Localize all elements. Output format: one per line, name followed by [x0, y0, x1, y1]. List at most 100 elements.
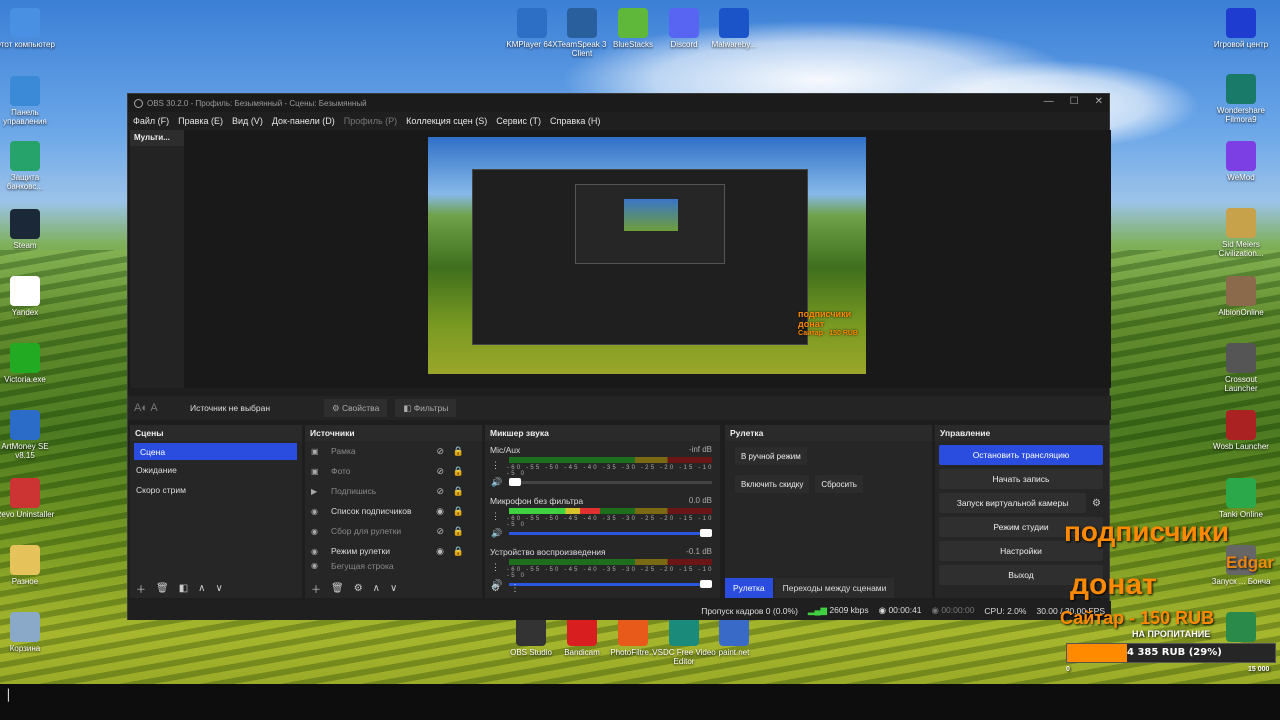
desktop-shortcut[interactable]: ArtMoney SE v8.15	[0, 410, 57, 460]
source-item[interactable]: ◉ Режим рулетки ◉ 🔒	[305, 541, 482, 561]
move-up-icon[interactable]: ∧	[373, 583, 380, 594]
add-source-icon[interactable]: ＋	[311, 581, 321, 596]
menu-dots-icon[interactable]: ⋮	[510, 583, 520, 594]
multiview-tab[interactable]: Мульти...	[130, 130, 184, 146]
stop-streaming-button[interactable]: Остановить трансляцию	[939, 445, 1103, 465]
desktop-shortcut-label: Корзина	[9, 644, 41, 653]
desktop-shortcut[interactable]	[1209, 612, 1273, 644]
menu-file[interactable]: Файл (F)	[133, 116, 169, 126]
menu-docks[interactable]: Док-панели (D)	[272, 116, 335, 126]
desktop-shortcut[interactable]: Malwareby...	[702, 8, 766, 49]
source-item[interactable]: ◉ Сбор для рулетки ⊘ 🔒	[305, 521, 482, 541]
preview-canvas[interactable]: подписчики донат Сайтар - 150 RUB	[428, 137, 866, 374]
menu-help[interactable]: Справка (H)	[550, 116, 600, 126]
reset-button[interactable]: Сбросить	[815, 475, 863, 493]
scenes-dock: Сцены Сцена Ожидание Скоро стрим ＋ 🗑 ◧ ∧…	[130, 425, 302, 598]
scene-filter-icon[interactable]: ◧	[179, 583, 188, 594]
start-recording-button[interactable]: Начать запись	[939, 469, 1103, 489]
hidden-eye-icon[interactable]: ⊘	[436, 486, 444, 497]
desktop-shortcut[interactable]: Панель управления	[0, 76, 57, 126]
desktop-shortcut[interactable]: Tanki Online	[1209, 478, 1273, 519]
hidden-eye-icon[interactable]: ⊘	[436, 466, 444, 477]
menu-edit[interactable]: Правка (E)	[178, 116, 223, 126]
taskbar-cursor-icon: ▏	[8, 689, 17, 702]
move-up-icon[interactable]: ∧	[198, 583, 205, 594]
source-item[interactable]: ▶ Подпишись ⊘ 🔒	[305, 481, 482, 501]
desktop-shortcut[interactable]: Sid Meiers Civilization...	[1209, 208, 1273, 258]
desktop-shortcut[interactable]: Этот компьютер	[0, 8, 57, 49]
source-item[interactable]: ▣ Фото ⊘ 🔒	[305, 461, 482, 481]
virtual-camera-settings-icon[interactable]: ⚙	[1092, 498, 1101, 509]
desktop-shortcut[interactable]: Игровой центр	[1209, 8, 1273, 49]
menu-scene-collection[interactable]: Коллекция сцен (S)	[406, 116, 487, 126]
desktop-shortcut[interactable]: Yandex	[0, 276, 57, 317]
menu-tools[interactable]: Сервис (T)	[496, 116, 541, 126]
menu-profile[interactable]: Профиль (P)	[344, 116, 397, 126]
meter-ticks: -60 -55 -50 -45 -40 -35 -30 -25 -20 -15 …	[507, 465, 714, 477]
close-icon[interactable]: ✕	[1095, 96, 1103, 107]
desktop-shortcut[interactable]: Защита банковс...	[0, 141, 57, 191]
source-item[interactable]: ▣ Рамка ⊘ 🔒	[305, 441, 482, 461]
hidden-eye-icon[interactable]: ⊘	[436, 526, 444, 537]
volume-slider[interactable]	[509, 478, 712, 486]
lock-icon[interactable]: 🔒	[453, 486, 464, 497]
volume-knob[interactable]	[509, 478, 521, 486]
enable-discount-button[interactable]: Включить скидку	[735, 475, 810, 493]
speaker-icon[interactable]: 🔊	[491, 477, 502, 488]
lock-icon[interactable]: 🔒	[453, 446, 464, 457]
desktop-shortcut[interactable]: Wosb Launcher	[1209, 410, 1273, 451]
lock-icon[interactable]: 🔒	[453, 506, 464, 517]
desktop-shortcut[interactable]: Разное	[0, 545, 57, 586]
properties-button[interactable]: ⚙ Свойства	[324, 399, 388, 417]
start-virtual-camera-button[interactable]: Запуск виртуальной камеры	[939, 493, 1087, 513]
lock-icon[interactable]: 🔒	[453, 466, 464, 477]
desktop-shortcut[interactable]: Wondershare Filmora9	[1209, 74, 1273, 124]
computer-icon	[10, 8, 40, 38]
mixer-settings-icon[interactable]: ⚙	[491, 583, 500, 594]
desktop-shortcut[interactable]: Корзина	[0, 612, 57, 653]
channel-menu-icon[interactable]: ⋮	[491, 460, 500, 471]
source-item[interactable]: ◉ Список подписчиков ◉ 🔒	[305, 501, 482, 521]
lock-icon[interactable]: 🔒	[453, 526, 464, 537]
channel-menu-icon[interactable]: ⋮	[491, 562, 500, 573]
tab-roulette[interactable]: Рулетка	[725, 578, 773, 598]
scene-item[interactable]: Скоро стрим	[130, 480, 302, 500]
hidden-eye-icon[interactable]: ⊘	[436, 446, 444, 457]
source-settings-icon[interactable]: ⚙	[354, 583, 363, 594]
vsdc-icon	[669, 616, 699, 646]
minimize-icon[interactable]: —	[1044, 96, 1054, 107]
scene-item[interactable]: Ожидание	[130, 460, 302, 480]
source-item[interactable]: ◉ Бегущая строка	[305, 561, 482, 571]
lock-icon[interactable]: 🔒	[453, 546, 464, 557]
tab-scene-transitions[interactable]: Переходы между сценами	[774, 578, 895, 598]
obs-titlebar[interactable]: OBS 30.2.0 - Профиль: Безымянный - Сцены…	[128, 94, 1109, 112]
eye-icon[interactable]: ◉	[436, 506, 444, 517]
volume-slider[interactable]	[509, 529, 712, 537]
desktop-shortcut[interactable]: paint.net	[702, 616, 766, 657]
desktop-shortcut[interactable]: AlbionOnline	[1209, 276, 1273, 317]
add-scene-icon[interactable]: ＋	[136, 581, 146, 596]
desktop-shortcut[interactable]: Steam	[0, 209, 57, 250]
channel-db: -0.1 dB	[686, 547, 712, 556]
move-down-icon[interactable]: ∨	[215, 583, 222, 594]
remove-scene-icon[interactable]: 🗑	[156, 583, 169, 594]
stream-time-value: 00:00:41	[888, 605, 922, 615]
desktop-shortcut[interactable]: Revo Uninstaller	[0, 478, 57, 519]
scene-item[interactable]: Сцена	[134, 443, 297, 460]
manual-mode-button[interactable]: В ручной режим	[735, 447, 807, 465]
eye-icon[interactable]: ◉	[436, 546, 444, 557]
desktop-shortcut[interactable]: WeMod	[1209, 141, 1273, 182]
menu-view[interactable]: Вид (V)	[232, 116, 263, 126]
volume-knob[interactable]	[700, 529, 712, 537]
speaker-icon[interactable]: 🔊	[491, 528, 502, 539]
channel-menu-icon[interactable]: ⋮	[491, 511, 500, 522]
filters-button[interactable]: ◧ Фильтры	[395, 399, 457, 417]
volume-meter	[509, 559, 712, 565]
overlay-sub-name: Edgar	[1226, 553, 1275, 572]
maximize-icon[interactable]: ☐	[1070, 96, 1079, 107]
mixer-channel: Mic/Aux -inf dB -60 -55 -50 -45 -40 -35 -3…	[485, 441, 720, 492]
desktop-shortcut[interactable]: Crossout Launcher	[1209, 343, 1273, 393]
remove-source-icon[interactable]: 🗑	[331, 583, 344, 594]
desktop-shortcut[interactable]: Victoria.exe	[0, 343, 57, 384]
move-down-icon[interactable]: ∨	[390, 583, 397, 594]
